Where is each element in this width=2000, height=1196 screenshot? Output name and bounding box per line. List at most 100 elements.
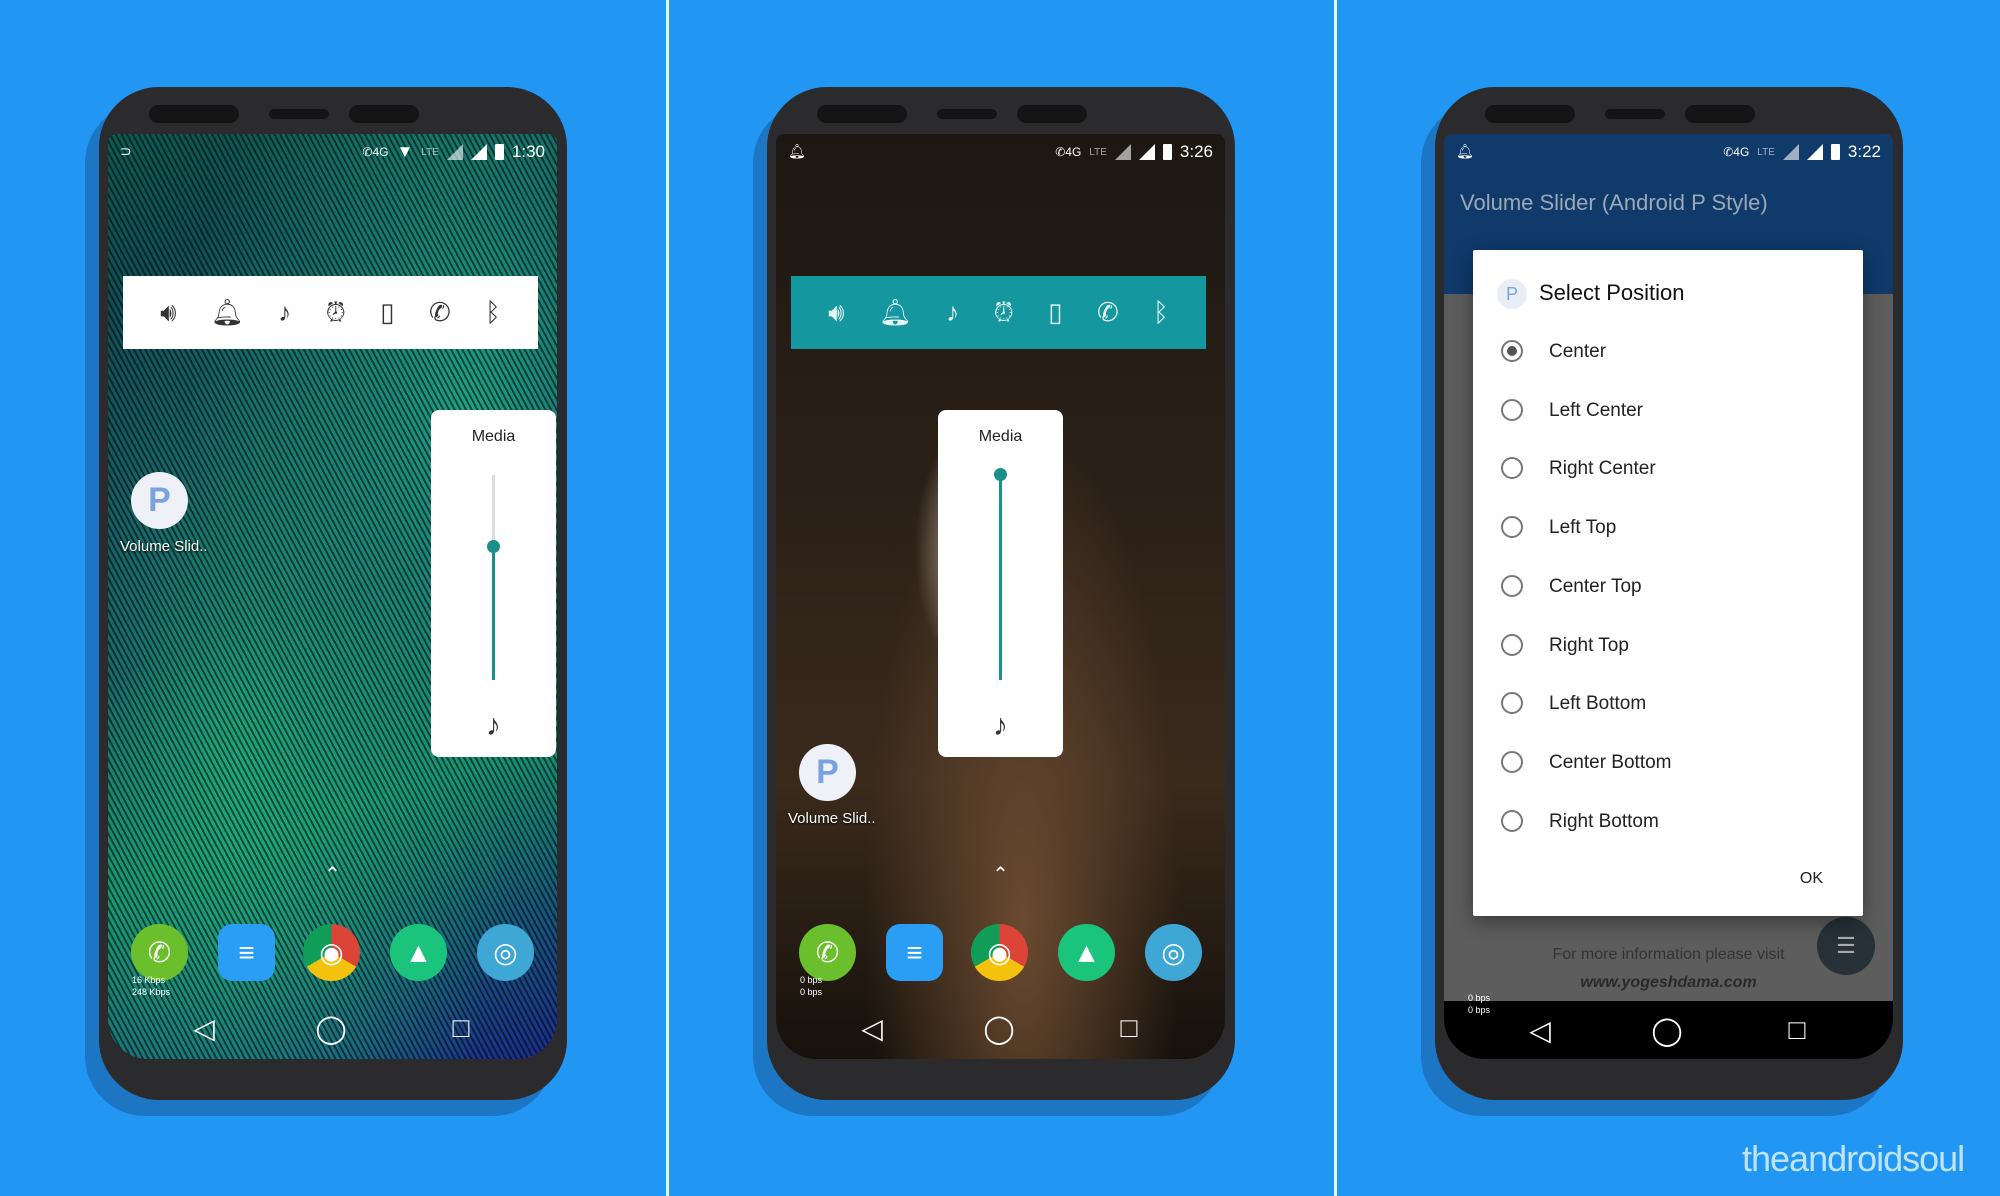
media-volume-panel: Media ♪ (938, 410, 1063, 757)
signal-icon (1806, 144, 1823, 160)
position-option[interactable]: Left Top (1473, 502, 1863, 552)
alarm-icon[interactable]: ⏰︎ (994, 297, 1014, 329)
volume-stream-bar: 🔊︎ 🔔︎ ♪ ⏰︎ ▯ ✆ ᛒ (123, 276, 538, 349)
option-label: Left Center (1549, 399, 1643, 421)
position-option[interactable]: Center Bottom (1473, 737, 1863, 787)
bluetooth-icon[interactable]: ᛒ (485, 297, 501, 328)
gallery-icon[interactable]: ▲ (390, 924, 447, 981)
music-note-icon: ♪ (993, 709, 1008, 742)
call-icon[interactable]: ✆ (1097, 297, 1119, 328)
back-icon[interactable]: ◁ (186, 1012, 222, 1045)
bluetooth-icon[interactable]: ᛒ (1153, 297, 1169, 328)
back-icon[interactable]: ◁ (1522, 1014, 1558, 1047)
network-speed: 16 Kbps 248 Kbps (132, 975, 171, 997)
position-option[interactable]: Right Top (1473, 620, 1863, 670)
app-drawer-chevron-icon[interactable]: ⌃ (108, 862, 557, 887)
signal-icon (1114, 144, 1131, 160)
recents-icon[interactable]: □ (1779, 1014, 1815, 1046)
call-icon[interactable]: ✆ (429, 297, 451, 328)
network-speed: 0 bps 0 bps (1468, 993, 1491, 1015)
music-note-icon[interactable]: ♪ (946, 297, 959, 328)
volume-slider-app-icon[interactable]: P (799, 744, 856, 801)
messages-icon[interactable]: ≡ (886, 924, 943, 981)
select-position-dialog: P Select Position Center Left Center Right … (1473, 250, 1863, 916)
messages-icon[interactable]: ≡ (218, 924, 275, 981)
speaker-icon[interactable]: 🔊︎ (828, 297, 844, 329)
radio-button[interactable] (1501, 398, 1523, 421)
position-option[interactable]: Center Top (1473, 561, 1863, 611)
radio-button[interactable] (1501, 516, 1523, 539)
position-option[interactable]: Left Center (1473, 385, 1863, 435)
recents-icon[interactable]: □ (443, 1012, 479, 1044)
recents-icon[interactable]: □ (1111, 1012, 1147, 1044)
volume-slider-app-icon[interactable]: P (131, 472, 188, 529)
front-camera (349, 105, 419, 123)
phone-screen: 🔊︎ 🔔︎ ♪ ⏰︎ ▯ ✆ ᛒ Media ♪ P Volume Slid.. ⌃ ✆ ≡ ◉ ▲ ◎… (776, 134, 1225, 1059)
option-label: Right Top (1549, 634, 1629, 656)
position-option[interactable]: Left Bottom (1473, 678, 1863, 728)
phone-screen: 🔊︎ 🔔︎ ♪ ⏰︎ ▯ ✆ ᛒ Media ♪ P Volume Slid.. ⌃ ✆ ≡ ◉ ▲ ◎… (108, 134, 557, 1059)
slider-thumb[interactable] (994, 468, 1007, 481)
bell-icon: 🔔︎ (788, 143, 806, 159)
radio-button[interactable] (1501, 340, 1523, 362)
radio-button[interactable] (1501, 750, 1523, 773)
camera-icon[interactable]: ◎ (477, 924, 534, 981)
radio-button[interactable] (1501, 809, 1523, 832)
app-drawer-chevron-icon[interactable]: ⌃ (776, 862, 1225, 887)
back-icon[interactable]: ◁ (854, 1012, 890, 1045)
lte-icon: LTE (1089, 146, 1107, 158)
chrome-icon[interactable]: ◉ (303, 924, 360, 981)
home-icon[interactable]: ◯ (981, 1012, 1017, 1045)
radio-button[interactable] (1501, 574, 1523, 597)
sort-fab-button[interactable]: ☰ (1817, 917, 1875, 975)
option-label: Center Bottom (1549, 751, 1672, 773)
radio-button[interactable] (1501, 457, 1523, 480)
radio-button[interactable] (1501, 692, 1523, 715)
footer-link[interactable]: www.yogeshdama.com (1444, 974, 1893, 992)
signal-icon (1138, 144, 1155, 160)
bell-icon[interactable]: 🔔︎ (879, 297, 912, 328)
watermark-logo: theandroidsoul (1742, 1138, 1965, 1179)
phone-app-icon[interactable]: ✆ (131, 924, 188, 981)
app-label: Volume Slid.. (120, 538, 208, 555)
phone-app-icon[interactable]: ✆ (799, 924, 856, 981)
gallery-icon[interactable]: ▲ (1058, 924, 1115, 981)
position-option[interactable]: Right Bottom (1473, 796, 1863, 846)
bell-icon[interactable]: 🔔︎ (211, 297, 244, 328)
volume-slider[interactable] (994, 468, 1007, 680)
alarm-icon[interactable]: ⏰︎ (326, 297, 346, 329)
status-bar: ⊃ ✆4G ▼ LTE 1:30 (108, 134, 557, 170)
position-option[interactable]: Right Center (1473, 443, 1863, 493)
network-speed: 0 bps 0 bps (800, 975, 823, 997)
lte-icon: LTE (1757, 146, 1775, 158)
volume-stream-bar: 🔊︎ 🔔︎ ♪ ⏰︎ ▯ ✆ ᛒ (791, 276, 1206, 349)
home-icon[interactable]: ◯ (313, 1012, 349, 1045)
status-bar: 🔔︎ ✆4G LTE 3:26 (776, 134, 1225, 170)
chrome-icon[interactable]: ◉ (971, 924, 1028, 981)
divider (666, 0, 669, 1196)
earpiece (1605, 109, 1665, 119)
earpiece (937, 109, 997, 119)
lte-icon: LTE (421, 146, 439, 158)
call-4g-icon: ✆4G (1723, 145, 1750, 159)
speaker-icon[interactable]: 🔊︎ (160, 297, 176, 329)
slider-fill (999, 475, 1002, 680)
media-volume-panel: Media ♪ (431, 410, 556, 757)
phone-device-icon[interactable]: ▯ (1048, 297, 1062, 328)
ok-button[interactable]: OK (1800, 870, 1823, 888)
position-option[interactable]: Center (1473, 326, 1863, 376)
cast-icon: ⊃ (120, 143, 132, 159)
volume-slider[interactable] (487, 475, 500, 680)
clock: 1:30 (511, 142, 545, 161)
front-camera (1685, 105, 1755, 123)
clock: 3:22 (1847, 142, 1881, 161)
camera-icon[interactable]: ◎ (1145, 924, 1202, 981)
phone-device-icon[interactable]: ▯ (380, 297, 394, 328)
music-note-icon[interactable]: ♪ (278, 297, 291, 328)
home-icon[interactable]: ◯ (1649, 1014, 1685, 1047)
signal-icon (470, 144, 487, 160)
slider-thumb[interactable] (487, 539, 500, 553)
radio-button[interactable] (1501, 633, 1523, 656)
dialog-title: Select Position (1539, 280, 1685, 305)
wifi-icon: ▼ (396, 142, 414, 161)
